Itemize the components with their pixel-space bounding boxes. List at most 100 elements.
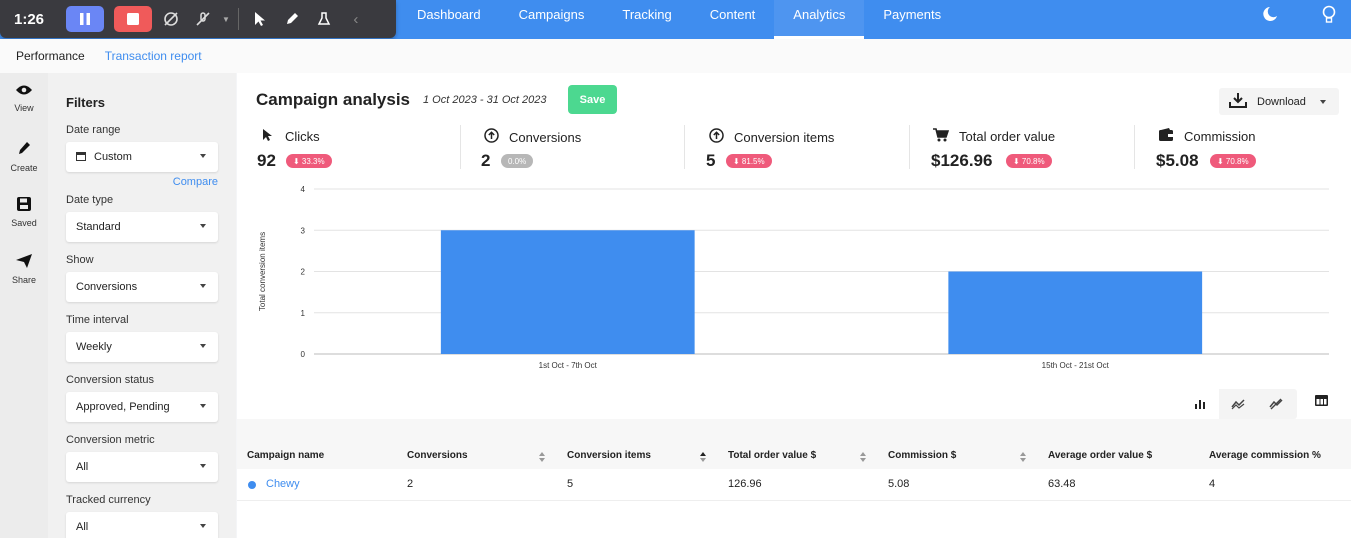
chevron-down-icon[interactable]: ▼ bbox=[222, 15, 230, 24]
arrow-up-circle-icon bbox=[483, 128, 499, 146]
cursor-icon[interactable] bbox=[247, 6, 273, 32]
pause-icon bbox=[80, 13, 90, 25]
tab-campaigns[interactable]: Campaigns bbox=[500, 0, 604, 39]
conversion-items-bar-chart: 0 1 2 3 4 1st Oct - 7th Oct 15th Oct - 21st Oc… bbox=[258, 185, 1329, 370]
campaign-color-dot bbox=[248, 481, 256, 489]
wallet-icon bbox=[1158, 128, 1174, 144]
col-commission[interactable]: Commission $ bbox=[888, 450, 956, 461]
kpi-value: 92 bbox=[257, 151, 276, 170]
rail-item-saved[interactable]: Saved bbox=[0, 187, 48, 244]
filters-title: Filters bbox=[66, 95, 106, 110]
tab-analytics[interactable]: Analytics bbox=[774, 0, 865, 39]
filter-label-tracked-currency: Tracked currency bbox=[66, 494, 151, 506]
conversion-status-select[interactable]: Approved, Pending bbox=[66, 392, 218, 422]
line-chart-icon bbox=[1231, 399, 1245, 410]
save-button[interactable]: Save bbox=[568, 85, 617, 114]
kpi-row: Clicks 92 ⬇ 33.3% Conversions 2 0.0% Con… bbox=[237, 125, 1351, 175]
table-header: Campaign name Conversions Conversion ite… bbox=[237, 419, 1351, 469]
download-button[interactable]: Download bbox=[1219, 88, 1339, 115]
tab-tracking[interactable]: Tracking bbox=[603, 0, 690, 39]
rail-item-label: Create bbox=[10, 163, 38, 173]
main-nav: Dashboard Campaigns Tracking Content Ana… bbox=[398, 0, 960, 39]
y-tick-label: 4 bbox=[301, 185, 306, 194]
tab-content[interactable]: Content bbox=[691, 0, 775, 39]
pause-button[interactable] bbox=[66, 6, 104, 32]
campaign-name-link[interactable]: Chewy bbox=[266, 478, 300, 490]
chevron-down-icon bbox=[200, 524, 206, 528]
rail-item-label: Saved bbox=[11, 218, 37, 228]
col-conversions[interactable]: Conversions bbox=[407, 450, 468, 461]
left-rail: View Create Saved Share bbox=[0, 73, 48, 538]
page-title: Campaign analysis bbox=[256, 90, 411, 109]
tab-payments[interactable]: Payments bbox=[864, 0, 960, 39]
chevron-down-icon bbox=[200, 284, 206, 288]
floppy-icon bbox=[17, 197, 31, 216]
col-campaign-name[interactable]: Campaign name bbox=[247, 450, 324, 461]
y-tick-label: 2 bbox=[301, 268, 306, 277]
kpi-label: Commission bbox=[1184, 128, 1256, 144]
rail-item-share[interactable]: Share bbox=[0, 244, 48, 301]
date-range-text: 1 Oct 2023 - 31 Oct 2023 bbox=[423, 94, 547, 106]
bar-chart-button[interactable] bbox=[1181, 389, 1219, 419]
sort-icon[interactable] bbox=[539, 452, 545, 462]
date-range-select[interactable]: Custom bbox=[66, 142, 218, 172]
bar bbox=[440, 230, 695, 354]
divider bbox=[237, 8, 239, 30]
sort-icon[interactable] bbox=[860, 452, 866, 462]
sort-icon[interactable] bbox=[700, 452, 706, 462]
time-interval-select[interactable]: Weekly bbox=[66, 332, 218, 362]
table-row: Chewy 2 5 126.96 5.08 63.48 4 bbox=[237, 469, 1351, 501]
show-value: Conversions bbox=[76, 281, 138, 293]
kpi-value: 5 bbox=[706, 151, 716, 170]
screen-recorder-toolbar: 1:26 ▼ ‹ bbox=[0, 0, 396, 38]
kpi-change-badge: ⬇ 70.8% bbox=[1210, 154, 1256, 168]
collapse-icon[interactable]: ‹ bbox=[343, 6, 369, 32]
y-tick-label: 3 bbox=[301, 226, 306, 235]
stop-button[interactable] bbox=[114, 6, 152, 32]
mic-off-icon[interactable] bbox=[190, 6, 216, 32]
compare-link[interactable]: Compare bbox=[66, 176, 218, 188]
show-select[interactable]: Conversions bbox=[66, 272, 218, 302]
time-interval-value: Weekly bbox=[76, 341, 112, 353]
bar-chart-icon bbox=[1195, 400, 1205, 409]
rail-item-create[interactable]: Create bbox=[0, 130, 48, 187]
col-conversion-items[interactable]: Conversion items bbox=[567, 450, 651, 461]
kpi-change-badge: ⬇ 33.3% bbox=[286, 154, 332, 168]
tab-dashboard[interactable]: Dashboard bbox=[398, 0, 500, 39]
tracked-currency-select[interactable]: All bbox=[66, 512, 218, 538]
hide-chart-button[interactable] bbox=[1257, 389, 1295, 419]
cursor-icon bbox=[259, 128, 275, 145]
date-range-value: Custom bbox=[94, 151, 132, 163]
col-average-commission[interactable]: Average commission % bbox=[1209, 450, 1321, 461]
col-total-order-value[interactable]: Total order value $ bbox=[728, 450, 816, 461]
tab-performance[interactable]: Performance bbox=[16, 49, 85, 63]
tracked-currency-value: All bbox=[76, 521, 89, 533]
kpi-change-badge: ⬇ 81.5% bbox=[726, 154, 772, 168]
date-type-select[interactable]: Standard bbox=[66, 212, 218, 242]
cell-average-order-value: 63.48 bbox=[1048, 478, 1076, 490]
table-view-icon[interactable] bbox=[1315, 395, 1328, 409]
lightbulb-icon[interactable] bbox=[1321, 5, 1337, 30]
cell-conversions: 2 bbox=[407, 478, 414, 490]
dark-mode-icon[interactable] bbox=[1261, 5, 1279, 28]
chevron-down-icon bbox=[200, 154, 206, 158]
divider bbox=[1134, 125, 1135, 169]
download-label: Download bbox=[1257, 95, 1306, 108]
conversion-metric-select[interactable]: All bbox=[66, 452, 218, 482]
rail-item-view[interactable]: View bbox=[0, 73, 48, 130]
x-tick-label: 1st Oct - 7th Oct bbox=[539, 361, 598, 370]
cell-total-order-value: 126.96 bbox=[728, 478, 762, 490]
tab-transaction-report[interactable]: Transaction report bbox=[105, 49, 202, 63]
filter-label-date-type: Date type bbox=[66, 194, 114, 206]
filter-label-conversion-status: Conversion status bbox=[66, 374, 155, 386]
webcam-off-icon[interactable] bbox=[158, 6, 184, 32]
col-average-order-value[interactable]: Average order value $ bbox=[1048, 450, 1152, 461]
kpi-value: $5.08 bbox=[1156, 151, 1199, 170]
chevron-down-icon bbox=[200, 224, 206, 228]
pen-icon[interactable] bbox=[279, 6, 305, 32]
chevron-down-icon bbox=[200, 404, 206, 408]
eraser-icon[interactable] bbox=[311, 6, 337, 32]
sort-icon[interactable] bbox=[1020, 452, 1026, 462]
line-chart-button[interactable] bbox=[1219, 389, 1257, 419]
stop-icon bbox=[127, 13, 139, 25]
